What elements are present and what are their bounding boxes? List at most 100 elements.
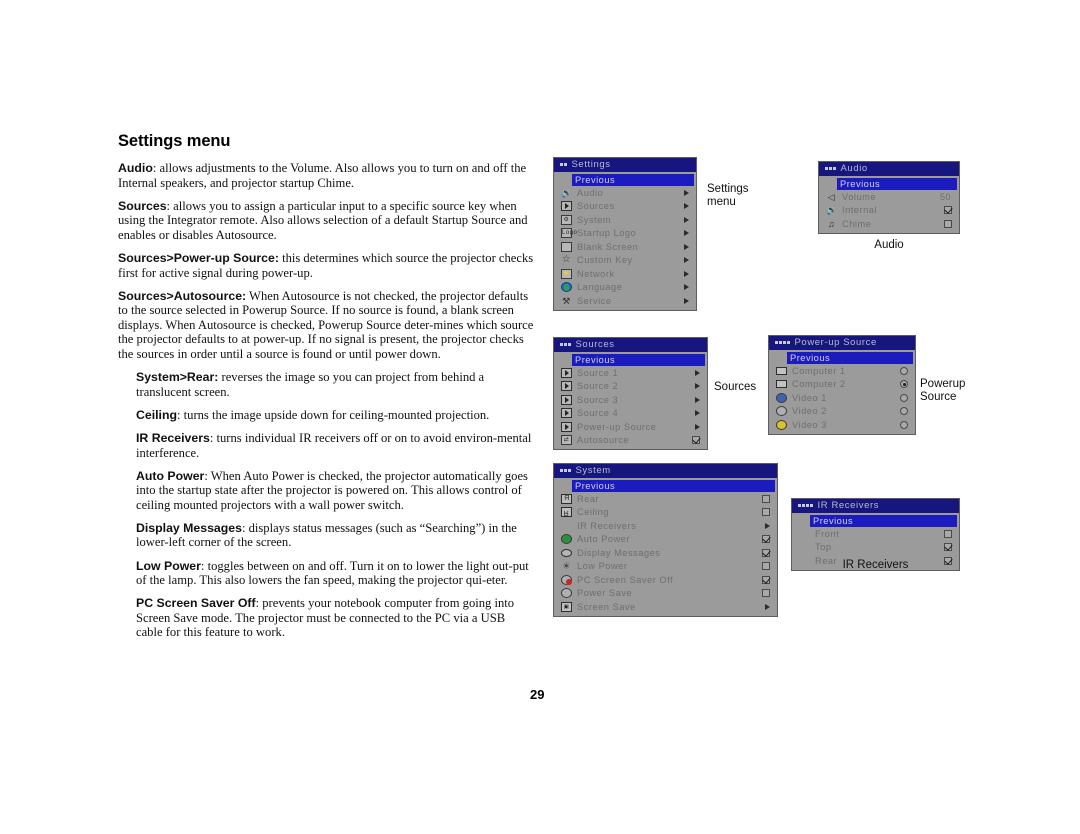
sources-menu-title-text: Sources <box>575 339 615 350</box>
audio-menu-item-chime[interactable]: ♫ Chime <box>819 217 959 231</box>
powerup-source-menu-item-computer-2[interactable]: Computer 2 <box>769 378 915 392</box>
value-readout: 50 <box>939 191 951 202</box>
sources-menu-item-autosource[interactable]: ⇄ Autosource <box>554 434 707 448</box>
source-input-icon <box>559 381 574 392</box>
ir-receivers-menu-item-front[interactable]: Front <box>792 527 959 541</box>
audio-menu-panel[interactable]: Audio Previous ◁ Volume 50 🔉 Internal ♫ Chime <box>818 161 960 234</box>
system-menu-item-screen-save[interactable]: ▣ Screen Save <box>554 600 777 614</box>
ir-receivers-menu-item-top[interactable]: Top <box>792 541 959 555</box>
checkbox[interactable] <box>762 589 770 598</box>
source-input-icon <box>559 394 574 405</box>
powerup-source-menu-item-computer-1[interactable]: Computer 1 <box>769 364 915 378</box>
sources-menu-item-source-1[interactable]: Source 1 <box>554 366 707 380</box>
manual-page: Settings menu Audio: allows adjustments … <box>0 0 1080 834</box>
paragraph-sources-power-up-source: Sources>Power-up Source: this determines… <box>118 251 534 280</box>
system-menu-item-pc-screen-saver-off[interactable]: PC Screen Saver Off <box>554 573 777 587</box>
menu-item-label: Blank Screen <box>577 241 639 252</box>
sources-menu-item-power-up-source[interactable]: Power-up Source <box>554 420 707 434</box>
menu-item-label: Custom Key <box>577 255 633 266</box>
system-menu-item-previous[interactable]: Previous <box>572 480 775 492</box>
radio-button[interactable] <box>900 407 908 416</box>
icon-placeholder <box>797 542 812 553</box>
paragraph-body: : allows adjustments to the Volume. Also… <box>118 161 527 190</box>
powerup-source-menu-panel[interactable]: Power-up Source Previous Computer 1 Compute… <box>768 335 916 435</box>
settings-menu-item-previous[interactable]: Previous <box>572 174 694 186</box>
system-menu-item-rear[interactable]: R Rear <box>554 492 777 506</box>
menu-item-label: Sources <box>577 201 615 212</box>
caption-powerup-source: Powerup Source <box>920 378 965 404</box>
sources-menu-item-source-4[interactable]: Source 4 <box>554 407 707 421</box>
menu-item-label: Service <box>577 295 612 306</box>
checkbox[interactable] <box>762 548 770 557</box>
powerup-source-menu-item-previous[interactable]: Previous <box>787 352 913 364</box>
settings-menu-item-sources[interactable]: Sources <box>554 200 696 214</box>
settings-menu-item-audio[interactable]: 🔉 Audio <box>554 186 696 200</box>
menu-level-dots-icon <box>825 167 836 170</box>
paragraph-term: Audio <box>118 161 153 175</box>
checkbox[interactable] <box>944 543 952 552</box>
system-menu-item-low-power[interactable]: ☀ Low Power <box>554 560 777 574</box>
system-menu-panel[interactable]: System Previous R Rear R Ceiling IR Receivers A… <box>553 463 778 617</box>
radio-button[interactable] <box>900 393 908 402</box>
source-input-icon <box>559 201 574 212</box>
settings-menu-item-blank-screen[interactable]: Blank Screen <box>554 240 696 254</box>
settings-menu-panel[interactable]: Settings Previous 🔉 Audio Sources ⚙ System Logo… <box>553 157 697 311</box>
sources-menu-item-previous[interactable]: Previous <box>572 354 705 366</box>
checkbox[interactable] <box>762 562 770 571</box>
audio-menu-item-volume[interactable]: ◁ Volume 50 <box>819 190 959 204</box>
system-menu-item-power-save[interactable]: Power Save <box>554 587 777 601</box>
submenu-arrow-icon <box>684 297 689 304</box>
checkbox[interactable] <box>944 206 952 215</box>
audio-menu-item-previous[interactable]: Previous <box>837 178 957 190</box>
caption-line-1: Settings <box>707 183 749 195</box>
checkbox[interactable] <box>762 535 770 544</box>
menu-item-label: Language <box>577 282 623 293</box>
settings-menu-item-network[interactable]: ⚡ Network <box>554 267 696 281</box>
sources-menu-title-bar: Sources <box>554 338 707 352</box>
menu-item-label: Power Save <box>577 588 633 599</box>
settings-menu-item-language[interactable]: Language <box>554 281 696 295</box>
settings-menu-item-custom-key[interactable]: ☆ Custom Key <box>554 254 696 268</box>
checkbox[interactable] <box>762 494 770 503</box>
sources-menu-item-source-2[interactable]: Source 2 <box>554 380 707 394</box>
submenu-arrow-icon <box>684 189 689 196</box>
sources-menu-panel[interactable]: Sources Previous Source 1 Source 2 Source 3 S… <box>553 337 708 450</box>
settings-menu-item-system[interactable]: ⚙ System <box>554 213 696 227</box>
system-menu-item-display-messages[interactable]: Display Messages <box>554 546 777 560</box>
speaker-icon: 🔉 <box>826 205 838 216</box>
powerup-source-menu-item-video-3[interactable]: Video 3 <box>769 418 915 432</box>
paragraph-pc-screen-saver-off: PC Screen Saver Off: prevents your noteb… <box>136 596 534 640</box>
powerup-source-menu-item-list: Previous Computer 1 Computer 2 Video 1 Video… <box>769 350 915 434</box>
system-menu-item-ir-receivers[interactable]: IR Receivers <box>554 519 777 533</box>
radio-button[interactable] <box>900 380 908 389</box>
menu-item-label: Volume <box>842 191 877 202</box>
checkbox[interactable] <box>762 575 770 584</box>
checkbox[interactable] <box>692 436 700 445</box>
settings-menu-item-startup-logo[interactable]: Logo Startup Logo <box>554 227 696 241</box>
system-menu-item-ceiling[interactable]: R Ceiling <box>554 506 777 520</box>
ir-receivers-menu-title-text: IR Receivers <box>817 500 880 511</box>
powerup-source-menu-item-video-1[interactable]: Video 1 <box>769 391 915 405</box>
submenu-arrow-icon <box>695 369 700 376</box>
sources-menu-item-list: Previous Source 1 Source 2 Source 3 Source 4… <box>554 352 707 449</box>
checkbox[interactable] <box>944 219 952 228</box>
checkbox[interactable] <box>944 529 952 538</box>
radio-button[interactable] <box>900 420 908 429</box>
rear-icon: R <box>559 493 574 504</box>
paragraph-term: Display Messages <box>136 520 242 535</box>
menu-item-label: Rear <box>577 493 600 504</box>
menu-item-label: Previous <box>813 516 854 526</box>
ir-receivers-menu-item-previous[interactable]: Previous <box>810 515 957 527</box>
settings-menu-item-service[interactable]: ⚒ Service <box>554 294 696 308</box>
checkbox[interactable] <box>762 508 770 517</box>
system-menu-item-auto-power[interactable]: Auto Power <box>554 533 777 547</box>
speaker-icon: 🔉 <box>561 187 573 198</box>
wrench-icon: ⚒ <box>562 295 571 306</box>
powerup-source-menu-item-video-2[interactable]: Video 2 <box>769 405 915 419</box>
audio-menu-item-internal[interactable]: 🔉 Internal <box>819 204 959 218</box>
menu-item-label: Previous <box>575 481 616 491</box>
sources-menu-item-source-3[interactable]: Source 3 <box>554 393 707 407</box>
menu-level-dots-icon <box>798 504 813 507</box>
radio-button[interactable] <box>900 366 908 375</box>
video3-icon <box>774 419 789 430</box>
